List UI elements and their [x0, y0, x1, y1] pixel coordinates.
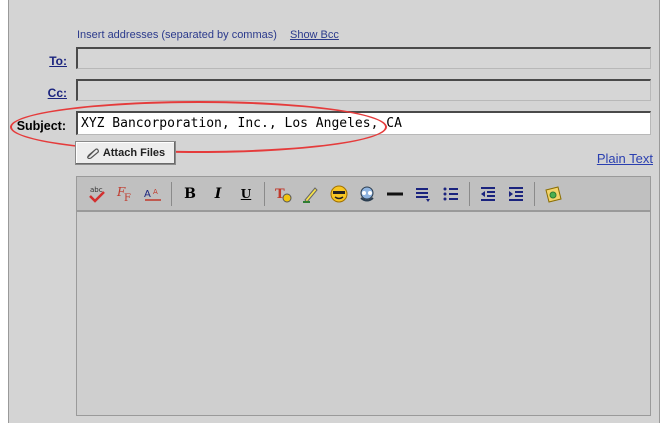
attach-files-button[interactable]: Attach Files — [75, 141, 176, 165]
subject-label: Subject: — [16, 119, 66, 133]
to-label[interactable]: To: — [7, 54, 67, 68]
attach-files-label: Attach Files — [102, 147, 166, 159]
horizontal-rule-icon[interactable] — [383, 182, 407, 206]
formatting-toolbar: abc FF AA B I U T — [76, 176, 651, 211]
indent-icon[interactable] — [504, 182, 528, 206]
svg-text:F: F — [124, 193, 131, 204]
font-size-icon[interactable]: AA — [141, 182, 165, 206]
outdent-icon[interactable] — [476, 182, 500, 206]
toolbar-separator — [469, 181, 470, 206]
cc-field[interactable] — [76, 79, 651, 101]
subject-field[interactable]: XYZ Bancorporation, Inc., Los Angeles, C… — [76, 111, 651, 135]
spellcheck-icon[interactable]: abc — [85, 182, 109, 206]
message-body-editor[interactable] — [76, 211, 651, 416]
bold-button[interactable]: B — [178, 182, 202, 206]
svg-text:abc: abc — [90, 186, 103, 194]
text-color-icon[interactable]: T — [271, 182, 295, 206]
highlight-pen-icon[interactable] — [299, 182, 323, 206]
bullet-list-icon[interactable] — [439, 182, 463, 206]
svg-text:A: A — [153, 188, 158, 196]
address-hint-text: Insert addresses (separated by commas) — [77, 29, 277, 41]
italic-button[interactable]: I — [206, 182, 230, 206]
toolbar-separator — [264, 181, 265, 206]
paperclip-icon — [86, 148, 99, 159]
align-icon[interactable] — [411, 182, 435, 206]
underline-button[interactable]: U — [234, 182, 258, 206]
address-hint: Insert addresses (separated by commas) S… — [77, 29, 339, 41]
plain-text-link[interactable]: Plain Text — [597, 151, 653, 166]
smiley-icon[interactable] — [327, 182, 351, 206]
insert-image-icon[interactable] — [541, 182, 565, 206]
font-face-icon[interactable]: FF — [113, 182, 137, 206]
svg-text:A: A — [144, 189, 151, 200]
link-icon[interactable] — [355, 182, 379, 206]
toolbar-separator — [534, 181, 535, 206]
show-bcc-link[interactable]: Show Bcc — [290, 29, 339, 41]
to-field[interactable] — [76, 47, 651, 69]
cc-label[interactable]: Cc: — [7, 86, 67, 100]
toolbar-separator — [171, 181, 172, 206]
